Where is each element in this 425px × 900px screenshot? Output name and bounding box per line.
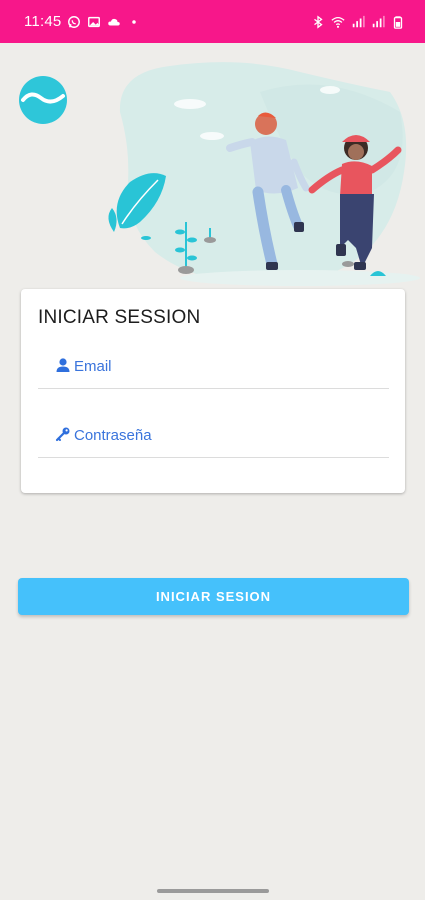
signal-icon bbox=[352, 15, 365, 27]
status-time: 11:45 bbox=[24, 13, 62, 30]
dot-icon bbox=[132, 19, 137, 24]
wifi-icon bbox=[331, 16, 345, 28]
app-logo bbox=[19, 76, 67, 124]
key-icon bbox=[55, 427, 70, 442]
status-left-icons bbox=[67, 15, 141, 29]
gallery-icon bbox=[88, 16, 101, 27]
bluetooth-icon bbox=[314, 14, 323, 29]
status-bar: 11:45 bbox=[0, 0, 425, 43]
cloud-icon bbox=[108, 18, 121, 25]
login-button[interactable]: INICIAR SESION bbox=[18, 578, 409, 615]
person-icon bbox=[56, 358, 70, 372]
password-input[interactable] bbox=[74, 424, 374, 446]
password-field[interactable] bbox=[38, 414, 389, 458]
whatsapp-icon bbox=[68, 15, 81, 28]
login-card: INICIAR SESSION bbox=[21, 289, 405, 493]
login-title: INICIAR SESSION bbox=[38, 307, 201, 328]
hero-illustration bbox=[108, 62, 420, 286]
status-right-icons bbox=[311, 14, 405, 29]
battery-icon bbox=[393, 15, 403, 29]
email-field[interactable] bbox=[38, 345, 389, 389]
home-gesture-handle[interactable] bbox=[157, 889, 269, 893]
signal-icon bbox=[372, 15, 385, 27]
email-input[interactable] bbox=[74, 355, 374, 377]
